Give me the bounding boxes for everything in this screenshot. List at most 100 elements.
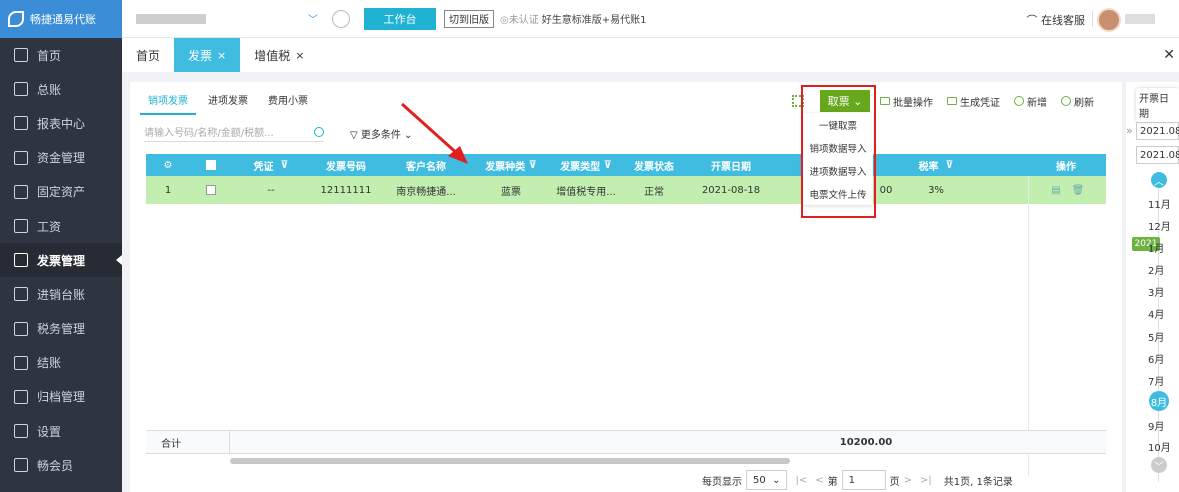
month-item[interactable]: 7月: [1148, 373, 1164, 388]
tab-output-invoice[interactable]: 销项发票: [140, 90, 196, 115]
vip-icon: [14, 458, 28, 473]
col-rate-label: 税率: [918, 161, 939, 173]
generate-voucher-button[interactable]: 生成凭证: [947, 94, 1000, 109]
month-item[interactable]: 8月: [1149, 391, 1169, 411]
sidebar-item-0[interactable]: 首页: [0, 38, 122, 72]
user-name-blurred[interactable]: [1125, 14, 1155, 24]
sidebar-item-label: 归档管理: [37, 390, 86, 405]
month-item[interactable]: 4月: [1148, 306, 1164, 321]
end-date-input[interactable]: 2021.08: [1136, 146, 1179, 164]
refresh-button[interactable]: 刷新: [1061, 94, 1094, 109]
sidebar-item-label: 固定资产: [37, 185, 86, 200]
online-service-link[interactable]: ⌒ 在线客服: [1027, 12, 1086, 28]
divider: [1092, 11, 1093, 27]
page-summary: 共1页, 1条记录: [943, 476, 1013, 488]
collapse-panel-icon[interactable]: »: [1126, 124, 1133, 137]
calendar-icon[interactable]: [332, 9, 350, 28]
month-item[interactable]: 5月: [1148, 329, 1164, 344]
sidebar-item-5[interactable]: 工资: [0, 209, 122, 243]
sidebar-item-label: 报表中心: [37, 116, 86, 131]
per-page-select[interactable]: 50 ⌄: [746, 470, 788, 490]
prev-page-icon[interactable]: <: [815, 475, 823, 486]
page-input[interactable]: 1: [841, 470, 886, 490]
sidebar-item-11[interactable]: 设置: [0, 414, 122, 448]
batch-operation-button[interactable]: 批量操作: [880, 94, 933, 109]
start-date-input[interactable]: 2021.08: [1136, 122, 1179, 140]
row-checkbox[interactable]: [204, 176, 218, 204]
sidebar-item-3[interactable]: 资金管理: [0, 141, 122, 175]
sidebar-item-2[interactable]: 报表中心: [0, 106, 122, 140]
sidebar-item-9[interactable]: 结账: [0, 346, 122, 380]
month-item[interactable]: 9月: [1148, 418, 1164, 433]
close-icon[interactable]: ✕: [1163, 47, 1175, 63]
sum-label: 合计: [161, 438, 181, 450]
first-page-icon[interactable]: |<: [795, 475, 807, 486]
month-item[interactable]: 2月: [1148, 262, 1164, 277]
add-button[interactable]: 新增: [1014, 94, 1047, 109]
col-number[interactable]: 发票号码: [311, 154, 381, 176]
filter-icon[interactable]: ⊽: [945, 160, 953, 171]
filter-icon[interactable]: ⊽: [280, 160, 288, 171]
scroll-down-icon[interactable]: ﹀: [1151, 457, 1167, 473]
month-item[interactable]: 12月: [1148, 218, 1171, 233]
table-row[interactable]: 1 -- 12111111 南京畅捷通... 蓝票 增值税专用... 正常 20…: [146, 176, 1106, 204]
app-logo[interactable]: 畅捷通易代账: [0, 0, 122, 38]
sidebar-item-6[interactable]: 发票管理: [0, 243, 122, 278]
month-item[interactable]: 1月: [1148, 240, 1164, 255]
col-type-label: 发票类型: [560, 161, 601, 173]
date-panel-title: 开票日期: [1136, 88, 1179, 122]
tax-icon: [14, 321, 28, 336]
company-select[interactable]: ﹀: [132, 7, 322, 31]
month-item[interactable]: 10月: [1148, 439, 1171, 454]
page-tab-0[interactable]: 首页: [122, 38, 174, 72]
online-service-label: 在线客服: [1041, 14, 1085, 27]
last-page-icon[interactable]: >|: [920, 475, 932, 486]
logo-text: 畅捷通易代账: [30, 13, 96, 26]
sidebar-item-12[interactable]: 畅会员: [0, 448, 122, 482]
page-tab-1[interactable]: 发票 ×: [174, 38, 241, 72]
avatar[interactable]: [1097, 8, 1121, 32]
filter-icon[interactable]: ⊽: [529, 160, 537, 171]
col-type[interactable]: 发票类型 ⊽: [551, 154, 621, 176]
headset-icon: ⌒: [1026, 14, 1041, 27]
refresh-label: 刷新: [1074, 97, 1094, 109]
col-date[interactable]: 开票日期: [691, 154, 771, 176]
col-rate[interactable]: 税率 ⊽: [906, 154, 966, 176]
switch-old-version-button[interactable]: 切到旧版: [444, 9, 494, 28]
col-kind[interactable]: 发票种类 ⊽: [476, 154, 546, 176]
search-input[interactable]: 请输入号码/名称/金额/税额...: [144, 122, 324, 142]
sidebar-item-8[interactable]: 税务管理: [0, 312, 122, 346]
page-tab-2[interactable]: 增值税 ×: [240, 38, 318, 72]
chart-icon: [14, 116, 28, 131]
account-book-icon: [14, 287, 28, 302]
column-settings-icon[interactable]: ⚙: [158, 154, 178, 176]
row-index: 1: [164, 184, 172, 196]
month-item[interactable]: 6月: [1148, 351, 1164, 366]
workbench-button[interactable]: 工作台: [364, 7, 436, 30]
sidebar: 畅捷通易代账 首页 总账报表中心资金管理固定资产工资 发票管理 进销台账 税务管理 结账归…: [0, 0, 122, 492]
salary-icon: [14, 219, 28, 234]
sidebar-item-10[interactable]: 归档管理: [0, 380, 122, 414]
batch-label: 批量操作: [893, 97, 933, 109]
next-page-icon[interactable]: >: [904, 475, 912, 486]
tab-input-invoice[interactable]: 进项发票: [200, 90, 256, 115]
search-icon[interactable]: [314, 126, 324, 137]
select-all-checkbox[interactable]: [204, 154, 218, 176]
sidebar-item-4[interactable]: 固定资产: [0, 175, 122, 209]
add-label: 新增: [1027, 97, 1047, 109]
close-icon[interactable]: ×: [295, 49, 304, 62]
month-item[interactable]: 3月: [1148, 284, 1164, 299]
filter-icon[interactable]: ⊽: [604, 160, 612, 171]
col-status[interactable]: 发票状态: [624, 154, 684, 176]
tab-expense-receipt[interactable]: 费用小票: [260, 90, 316, 115]
sidebar-item-1[interactable]: 总账: [0, 72, 122, 106]
view-icon[interactable]: ▤: [1046, 176, 1066, 204]
month-item[interactable]: 11月: [1148, 196, 1171, 211]
delete-icon[interactable]: 🗑: [1068, 176, 1088, 204]
close-icon[interactable]: ×: [217, 49, 226, 62]
sidebar-item-7[interactable]: 进销台账: [0, 277, 122, 311]
col-voucher[interactable]: 凭证 ⊽: [241, 154, 301, 176]
unverified-label[interactable]: ◎未认证: [500, 11, 539, 26]
scroll-up-icon[interactable]: ︿: [1151, 172, 1167, 188]
horizontal-scrollbar[interactable]: [230, 458, 790, 464]
